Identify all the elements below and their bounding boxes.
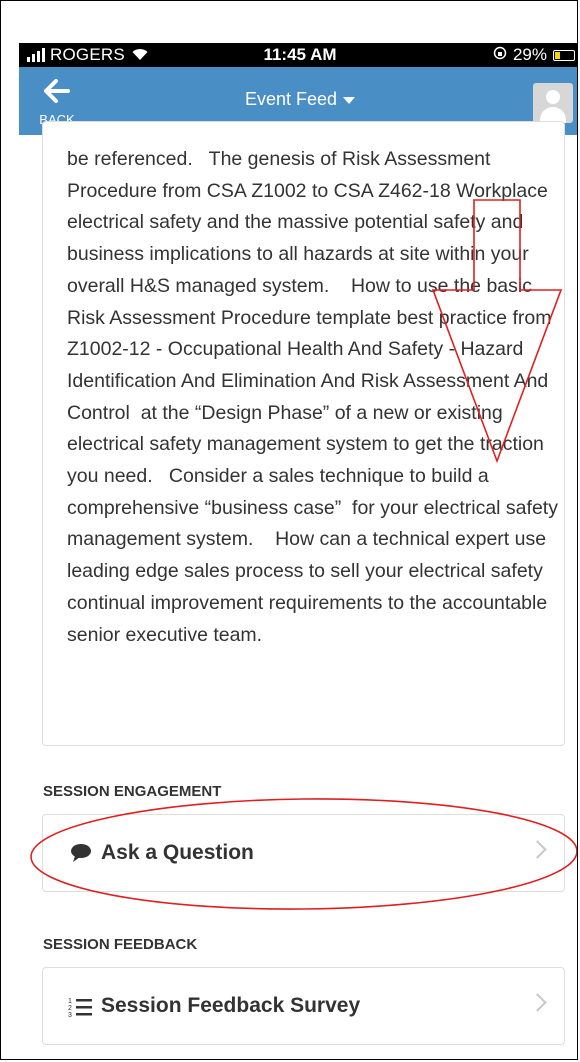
session-description-card: be referenced. The genesis of Risk Asses… xyxy=(42,121,565,746)
ask-question-button[interactable]: Ask a Question xyxy=(42,814,565,892)
speech-bubble-icon xyxy=(67,839,97,869)
session-feedback-header: SESSION FEEDBACK xyxy=(43,936,198,953)
nav-title: Event Feed xyxy=(244,89,338,109)
user-icon xyxy=(546,90,560,104)
orientation-lock-icon xyxy=(493,45,507,65)
svg-text:3: 3 xyxy=(68,1012,72,1019)
feedback-survey-button[interactable]: 1 2 3 Session Feedback Survey xyxy=(42,967,565,1045)
caret-down-icon xyxy=(343,96,356,104)
battery-icon xyxy=(553,49,575,61)
session-description: be referenced. The genesis of Risk Asses… xyxy=(67,148,564,646)
battery-percent: 29% xyxy=(512,45,547,64)
screenshot-frame: ROGERS 11:45 AM 29% BACK Event Feed be r… xyxy=(0,0,578,1060)
svg-text:1: 1 xyxy=(68,998,72,1005)
feedback-survey-label: Session Feedback Survey xyxy=(101,994,361,1017)
svg-text:2: 2 xyxy=(68,1005,72,1012)
chevron-right-icon xyxy=(528,840,547,859)
status-bar: ROGERS 11:45 AM 29% xyxy=(19,43,577,67)
session-engagement-header: SESSION ENGAGEMENT xyxy=(43,783,222,800)
user-avatar-button[interactable] xyxy=(533,83,573,123)
ask-question-label: Ask a Question xyxy=(101,841,254,864)
event-feed-dropdown[interactable]: Event Feed xyxy=(19,89,577,110)
numbered-list-icon: 1 2 3 xyxy=(67,992,97,1022)
chevron-right-icon xyxy=(528,993,547,1012)
